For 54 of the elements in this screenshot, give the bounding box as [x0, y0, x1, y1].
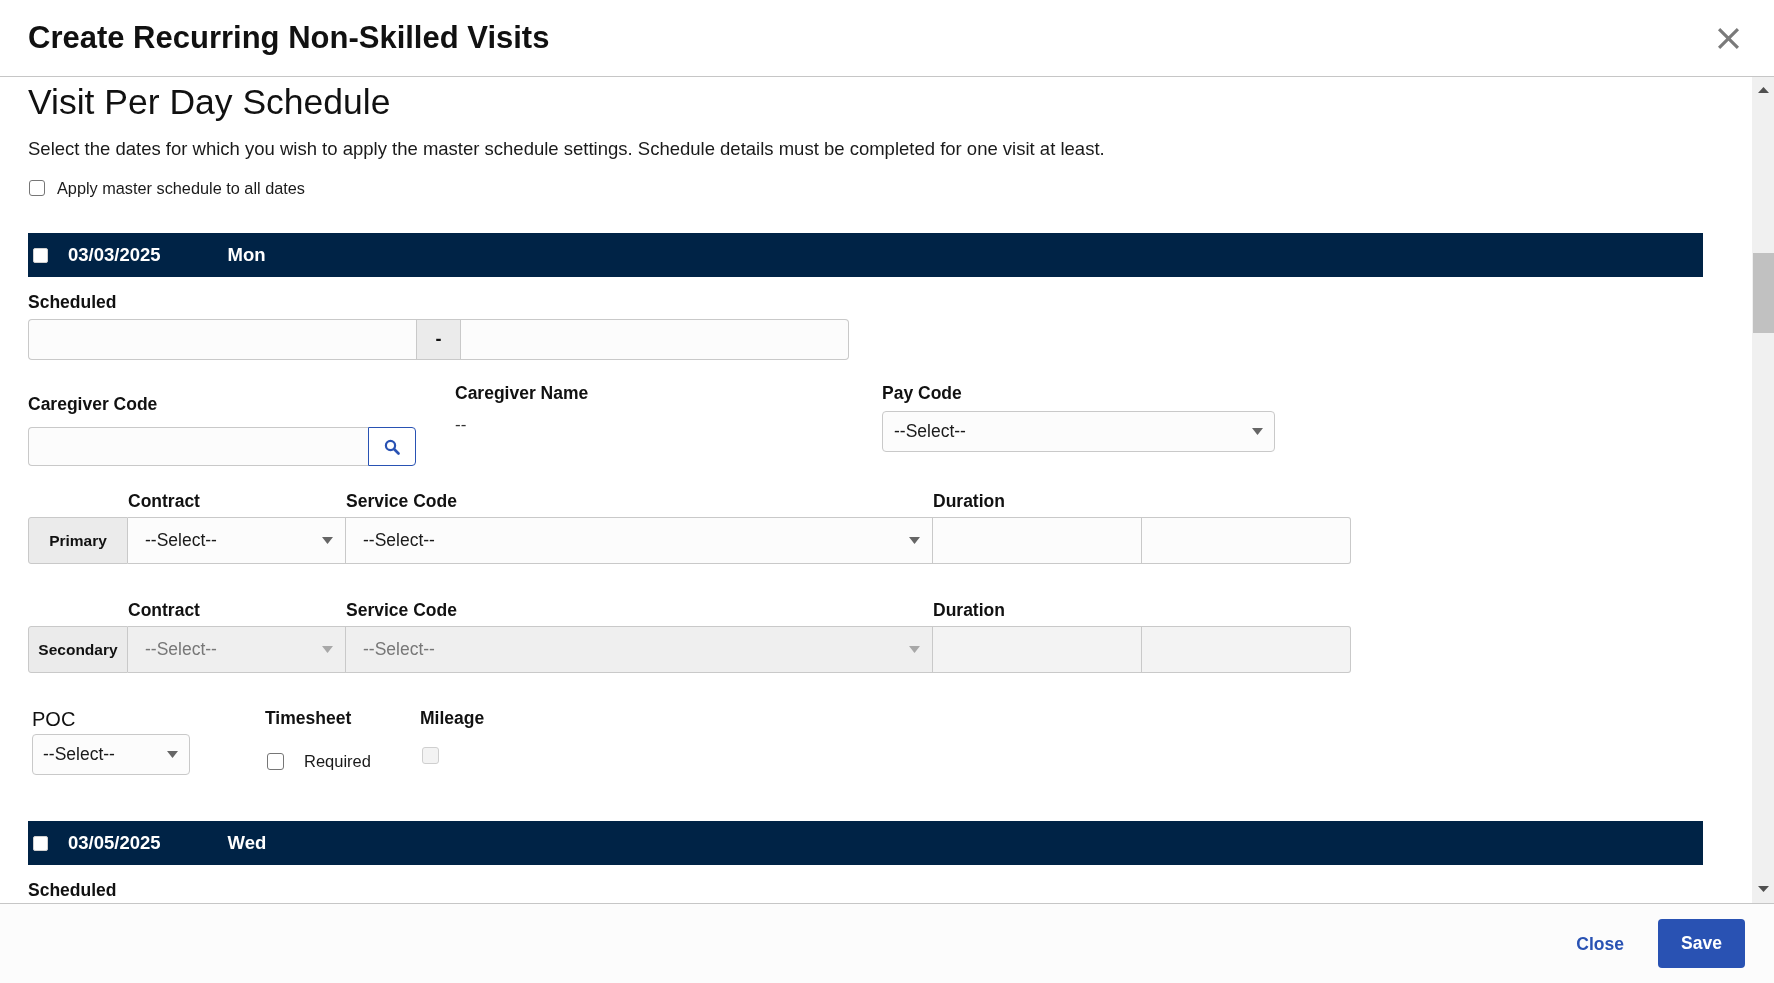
dropdown-arrow-icon [1252, 428, 1263, 435]
scheduled-start-field[interactable] [28, 319, 416, 360]
dropdown-arrow-icon [909, 537, 920, 544]
range-separator: - [416, 319, 461, 360]
dropdown-arrow-icon [322, 537, 333, 544]
field-label: Service Code [346, 490, 458, 512]
duration-field[interactable] [1142, 517, 1351, 564]
dropdown-arrow-icon [909, 646, 920, 653]
scrollbar-thumb[interactable] [1753, 253, 1774, 333]
field-label: Caregiver Code [28, 393, 159, 415]
weekday: Wed [227, 832, 267, 854]
visit-date: 03/03/2025 [68, 244, 161, 266]
field-label: Scheduled [28, 291, 118, 313]
close-button[interactable] [1717, 26, 1740, 50]
field-label: Duration [933, 490, 1006, 512]
service-code-select[interactable]: --Select-- [346, 517, 933, 564]
save-button[interactable]: Save [1658, 919, 1745, 968]
caregiver-code-field[interactable] [28, 427, 368, 466]
visit-date: 03/05/2025 [68, 832, 161, 854]
field-label: Duration [933, 599, 1006, 621]
checkbox-label: Apply master schedule to all dates [57, 178, 305, 199]
scrollbar[interactable] [1752, 77, 1774, 903]
section-heading: Visit Per Day Schedule [28, 82, 392, 122]
search-icon [384, 438, 400, 455]
section-description: Select the dates for which you wish to apply the master schedule settings. Schedule details must be completed for one visit at least. [28, 137, 1106, 161]
close-icon [1717, 26, 1740, 50]
close-button[interactable]: Close [1576, 931, 1624, 956]
pay-code-select[interactable]: --Select-- [882, 411, 1275, 452]
field-label: Mileage [420, 707, 485, 729]
field-label: Timesheet [265, 707, 353, 729]
poc-select[interactable]: --Select-- [32, 734, 190, 775]
checkbox[interactable] [267, 752, 284, 770]
dropdown-arrow-icon [167, 751, 178, 758]
checkbox[interactable] [29, 180, 45, 196]
scheduled-end-field[interactable] [461, 319, 849, 360]
duration-field[interactable] [933, 517, 1142, 564]
dialog-title: Create Recurring Non-Skilled Visits [28, 19, 550, 57]
scroll-up-icon[interactable] [1758, 87, 1769, 93]
field-label: Contract [128, 490, 201, 512]
field-label: Pay Code [882, 382, 963, 404]
field-label: Scheduled [28, 879, 118, 901]
checkbox-label: Required [304, 751, 371, 772]
weekday: Mon [227, 244, 266, 266]
search-button[interactable] [368, 427, 416, 466]
field-label: POC [32, 707, 77, 731]
service-type-tag: Secondary [28, 626, 128, 673]
service-type-tag: Primary [28, 517, 128, 564]
caregiver-name-value: -- [455, 414, 468, 436]
scroll-down-icon[interactable] [1758, 886, 1769, 892]
field-label: Service Code [346, 599, 458, 621]
field-label: Caregiver Name [455, 382, 590, 404]
dropdown-arrow-icon [322, 646, 333, 653]
field-label: Contract [128, 599, 201, 621]
contract-select[interactable]: --Select-- [128, 517, 346, 564]
